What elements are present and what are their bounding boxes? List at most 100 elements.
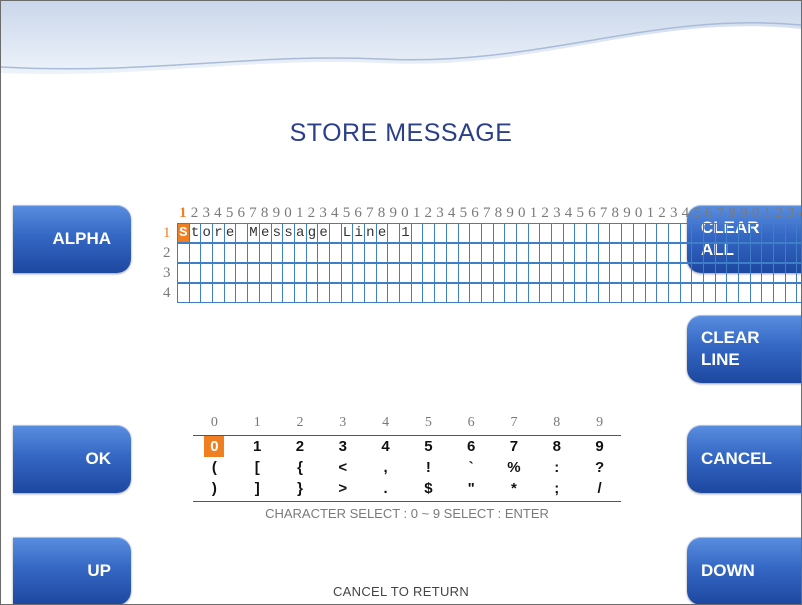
char-cell <box>632 244 645 262</box>
char-cell <box>305 284 318 302</box>
char-cell <box>796 264 801 282</box>
char-cell <box>399 244 411 262</box>
message-line[interactable]: 2 <box>163 243 801 263</box>
char-cell <box>621 284 633 302</box>
clear-line-button[interactable]: CLEAR LINE <box>687 315 801 383</box>
keyboard-char[interactable]: ` <box>450 457 493 478</box>
keyboard-char[interactable]: < <box>321 457 364 478</box>
keyboard-char[interactable]: 2 <box>279 436 322 457</box>
char-cell <box>434 244 446 262</box>
keyboard-char[interactable]: $ <box>407 478 450 499</box>
keyboard-char[interactable]: ? <box>578 457 621 478</box>
keyboard-char[interactable]: 4 <box>364 436 407 457</box>
keyboard-char[interactable]: ; <box>535 478 578 499</box>
char-cell <box>375 284 388 302</box>
char-cell <box>340 244 353 262</box>
char-cell <box>258 264 271 282</box>
char-cell: n <box>364 224 376 242</box>
keyboard-char[interactable]: " <box>450 478 493 499</box>
char-cell <box>480 284 493 302</box>
char-cell <box>445 284 458 302</box>
char-cell <box>562 244 575 262</box>
keyboard-char[interactable]: ) <box>193 478 236 499</box>
char-cell <box>749 244 762 262</box>
keyboard-char[interactable]: : <box>535 457 578 478</box>
ok-button[interactable]: OK <box>13 425 131 493</box>
char-cell <box>504 224 516 242</box>
ruler-digit: 6 <box>471 205 479 221</box>
char-cell <box>387 244 399 262</box>
char-cell <box>434 264 446 282</box>
ruler-digit: 1 <box>295 205 304 221</box>
char-cell <box>422 264 434 282</box>
char-cell <box>375 264 388 282</box>
char-cell <box>773 224 785 242</box>
keyboard-char[interactable]: ( <box>193 457 236 478</box>
char-cell <box>784 284 797 302</box>
char-cell <box>293 244 306 262</box>
char-cell <box>691 264 703 282</box>
char-cell <box>597 244 610 262</box>
char-cell <box>293 264 306 282</box>
keyboard-char[interactable]: ! <box>407 457 450 478</box>
char-cell <box>328 264 341 282</box>
message-line[interactable]: 4 <box>163 283 801 303</box>
keyboard-char[interactable]: 8 <box>535 436 578 457</box>
char-cell <box>586 244 598 262</box>
keyboard-char[interactable]: 7 <box>493 436 536 457</box>
char-cell <box>714 224 727 242</box>
alpha-button[interactable]: ALPHA <box>13 205 131 273</box>
keyboard-char[interactable]: { <box>279 457 322 478</box>
char-cell <box>656 224 668 242</box>
keyboard-column-number: 7 <box>510 415 518 430</box>
ruler-digit: 2 <box>424 205 433 221</box>
keyboard-char[interactable]: / <box>578 478 621 499</box>
message-line[interactable]: 1StoreMessageLine1 <box>163 223 801 243</box>
cancel-button[interactable]: CANCEL <box>687 425 801 493</box>
char-cell <box>621 264 633 282</box>
char-cell <box>457 284 470 302</box>
char-cell <box>492 244 505 262</box>
ruler-digit: 5 <box>693 205 701 221</box>
keyboard-row: ([{<,! `%:? <box>193 457 621 478</box>
char-cell <box>364 244 376 262</box>
char-cell: t <box>188 224 201 242</box>
char-cell <box>621 224 633 242</box>
ruler-digit: 8 <box>494 205 503 221</box>
keyboard-char[interactable]: , <box>364 457 407 478</box>
char-cell <box>679 264 692 282</box>
keyboard-row: 0123456789 <box>193 436 621 457</box>
char-cell <box>515 284 528 302</box>
keyboard-char[interactable]: 3 <box>321 436 364 457</box>
char-cell <box>702 224 715 242</box>
char-cell <box>212 244 224 262</box>
keyboard-char[interactable]: 9 <box>578 436 621 457</box>
char-cell <box>644 264 657 282</box>
keyboard-char[interactable]: 5 <box>407 436 450 457</box>
char-cell <box>527 244 540 262</box>
char-cell <box>200 284 212 302</box>
keyboard-char[interactable]: 1 <box>236 436 279 457</box>
message-line[interactable]: 3 <box>163 263 801 283</box>
keyboard-char[interactable]: % <box>493 457 536 478</box>
char-cell <box>247 244 259 262</box>
keyboard-char[interactable]: 0 <box>204 436 225 457</box>
keyboard-char[interactable]: * <box>493 478 536 499</box>
char-cell <box>586 284 598 302</box>
keyboard-char[interactable]: > <box>321 478 364 499</box>
char-cell: 1 <box>399 224 411 242</box>
ruler-digit: 9 <box>272 205 281 221</box>
char-cell <box>422 224 434 242</box>
char-cell <box>247 264 259 282</box>
keyboard-char[interactable]: [ <box>236 457 279 478</box>
keyboard-char[interactable]: ] <box>236 478 279 499</box>
keyboard-char[interactable]: . <box>364 478 407 499</box>
ruler-digit: 4 <box>214 205 222 221</box>
keyboard-char[interactable]: 6 <box>450 436 493 457</box>
keyboard-char[interactable]: } <box>279 478 322 499</box>
ruler-digit: 0 <box>284 205 292 221</box>
char-cell <box>749 224 762 242</box>
char-cell <box>317 244 329 262</box>
char-cell <box>539 284 551 302</box>
char-cell <box>235 244 247 262</box>
